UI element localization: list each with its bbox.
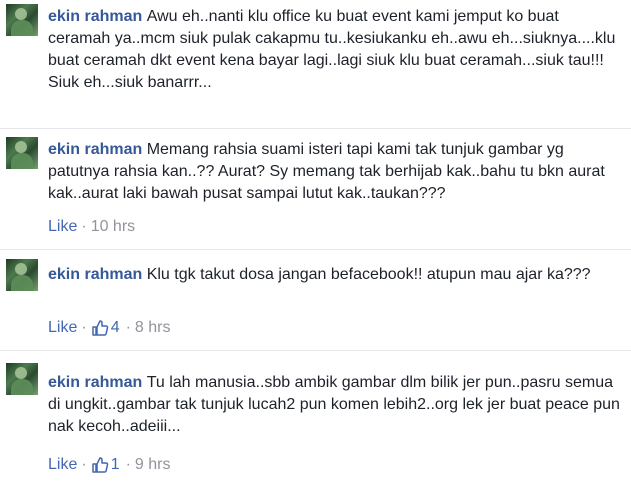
comment-3: ekin rahman Klu tgk takut dosa jangan be…: [0, 250, 631, 350]
author-link[interactable]: ekin rahman: [48, 141, 147, 158]
timestamp[interactable]: 10 hrs: [91, 216, 135, 238]
like-link[interactable]: Like: [48, 317, 77, 339]
thumbs-up-icon[interactable]: [91, 319, 109, 337]
comment-4: ekin rahman Tu lah manusia..sbb ambik ga…: [0, 351, 631, 487]
author-link[interactable]: ekin rahman: [48, 374, 147, 391]
like-link[interactable]: Like: [48, 216, 77, 238]
separator-dot: ·: [81, 218, 87, 235]
comment-body: ekin rahman Tu lah manusia..sbb ambik ga…: [48, 372, 623, 438]
timestamp[interactable]: 8 hrs: [135, 317, 171, 339]
author-avatar[interactable]: [6, 259, 38, 291]
comment-body: ekin rahman Memang rahsia suami isteri t…: [48, 139, 623, 205]
like-link[interactable]: Like: [48, 454, 77, 476]
separator-dot: ·: [125, 319, 131, 336]
comment-feed: ekin rahman Awu eh..nanti klu office ku …: [0, 0, 631, 487]
comment-meta: Like · 1 · 9 hrs: [48, 454, 171, 476]
like-count[interactable]: 1: [111, 454, 120, 476]
separator-dot: ·: [81, 456, 87, 473]
comment-meta: Like · 4 · 8 hrs: [48, 317, 171, 339]
comment-2: ekin rahman Memang rahsia suami isteri t…: [0, 129, 631, 249]
author-avatar[interactable]: [6, 363, 38, 395]
thumbs-up-icon[interactable]: [91, 456, 109, 474]
comment-body: ekin rahman Klu tgk takut dosa jangan be…: [48, 264, 623, 286]
comment-meta: Like · 10 hrs: [48, 216, 135, 238]
author-avatar[interactable]: [6, 137, 38, 169]
author-avatar[interactable]: [6, 4, 38, 36]
separator-dot: ·: [125, 456, 131, 473]
like-count[interactable]: 4: [111, 317, 120, 339]
author-link[interactable]: ekin rahman: [48, 266, 147, 283]
comment-1: ekin rahman Awu eh..nanti klu office ku …: [0, 0, 631, 125]
timestamp[interactable]: 9 hrs: [135, 454, 171, 476]
comment-body: ekin rahman Awu eh..nanti klu office ku …: [48, 6, 623, 94]
author-link[interactable]: ekin rahman: [48, 8, 147, 25]
separator-dot: ·: [81, 319, 87, 336]
comment-text: Klu tgk takut dosa jangan befacebook!! a…: [146, 266, 591, 283]
